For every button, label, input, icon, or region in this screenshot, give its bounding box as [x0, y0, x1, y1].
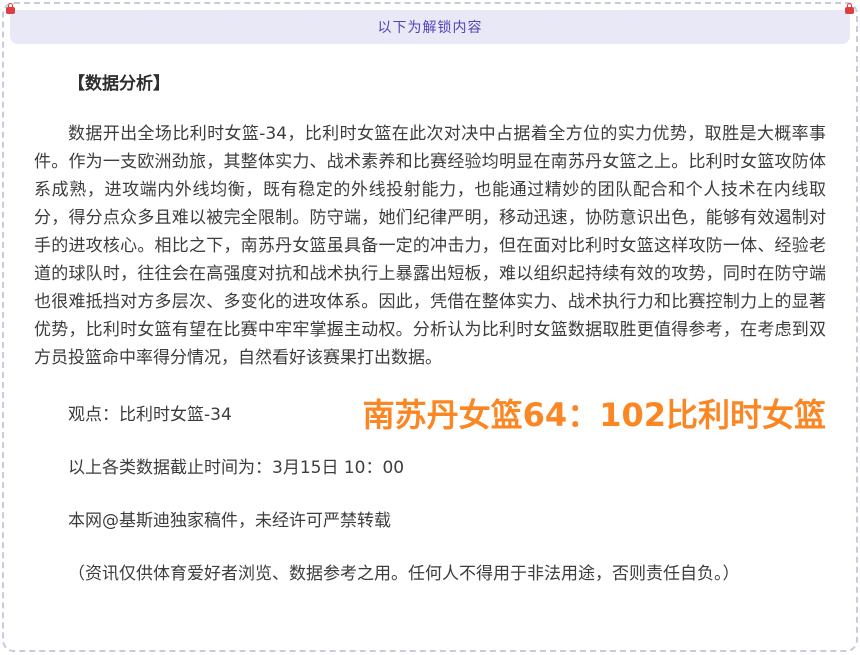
lock-icon-left [6, 7, 15, 14]
lock-icon-right [845, 7, 854, 14]
unlock-banner-label: 以下为解锁内容 [378, 17, 483, 37]
data-cutoff-line: 以上各类数据截止时间为：3月15日 10：00 [34, 454, 826, 482]
unlocked-content-frame: 以下为解锁内容 【数据分析】 数据开出全场比利时女篮-34，比利时女篮在此次对决… [2, 2, 858, 652]
article-content: 【数据分析】 数据开出全场比利时女篮-34，比利时女篮在此次对决中占据着全方位的… [4, 44, 856, 588]
disclaimer-line: （资讯仅供体育爱好者浏览、数据参考之用。任何人不得用于非法用途，否则责任自负。） [34, 560, 826, 588]
page: 以下为解锁内容 【数据分析】 数据开出全场比利时女篮-34，比利时女篮在此次对决… [0, 0, 860, 655]
viewpoint-row: 观点：比利时女篮-34 南苏丹女篮64：102比利时女篮 [34, 394, 826, 436]
score-prediction: 南苏丹女篮64：102比利时女篮 [363, 401, 826, 429]
section-heading-data-analysis: 【数据分析】 [34, 70, 826, 98]
unlock-banner: 以下为解锁内容 [10, 10, 850, 44]
viewpoint-label: 观点：比利时女篮-34 [34, 401, 232, 429]
copyright-line: 本网@基斯迪独家稿件，未经许可严禁转载 [34, 507, 826, 535]
analysis-paragraph: 数据开出全场比利时女篮-34，比利时女篮在此次对决中占据着全方位的实力优势，取胜… [34, 120, 826, 372]
